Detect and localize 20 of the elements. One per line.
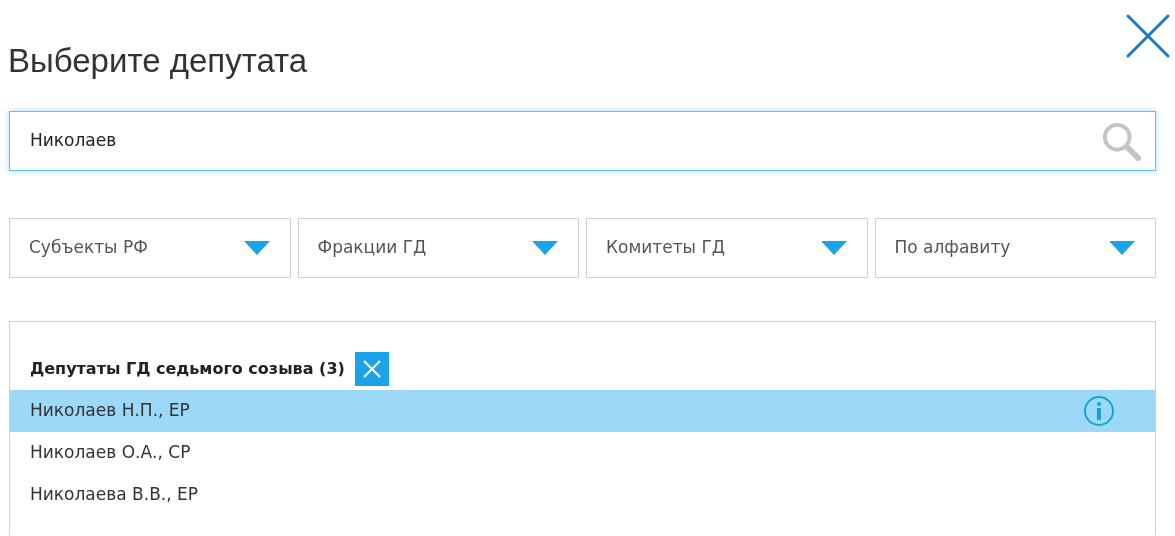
filter-dropdown[interactable]: Фракции ГД: [297, 218, 579, 278]
search-field[interactable]: Николаев: [9, 111, 1156, 171]
filter-dropdown[interactable]: Субъекты РФ: [9, 218, 291, 278]
deputy-item[interactable]: Николаева В.В., ЕР: [10, 474, 1155, 516]
filter-dropdown[interactable]: Комитеты ГД: [586, 218, 868, 278]
dialog-title: Выберите депутата: [8, 41, 309, 81]
close-icon: [361, 359, 382, 379]
deputy-item[interactable]: Николаев Н.П., ЕР: [10, 390, 1155, 432]
caret-icon: [1109, 241, 1135, 255]
caret-icon: [820, 241, 847, 255]
deputy-item[interactable]: Николаев О.А., СР: [10, 432, 1155, 474]
filter-dropdown[interactable]: По алфавиту: [874, 218, 1156, 278]
results-heading: Депутаты ГД седьмого созыва (3): [30, 358, 345, 380]
search-icon[interactable]: [1101, 121, 1141, 161]
caret-icon: [532, 241, 558, 255]
caret-icon: [243, 241, 270, 255]
search-input: Николаев: [30, 128, 1101, 154]
info-icon[interactable]: [1083, 395, 1115, 427]
close-icon[interactable]: [1126, 14, 1170, 58]
clear-button[interactable]: [354, 352, 389, 386]
